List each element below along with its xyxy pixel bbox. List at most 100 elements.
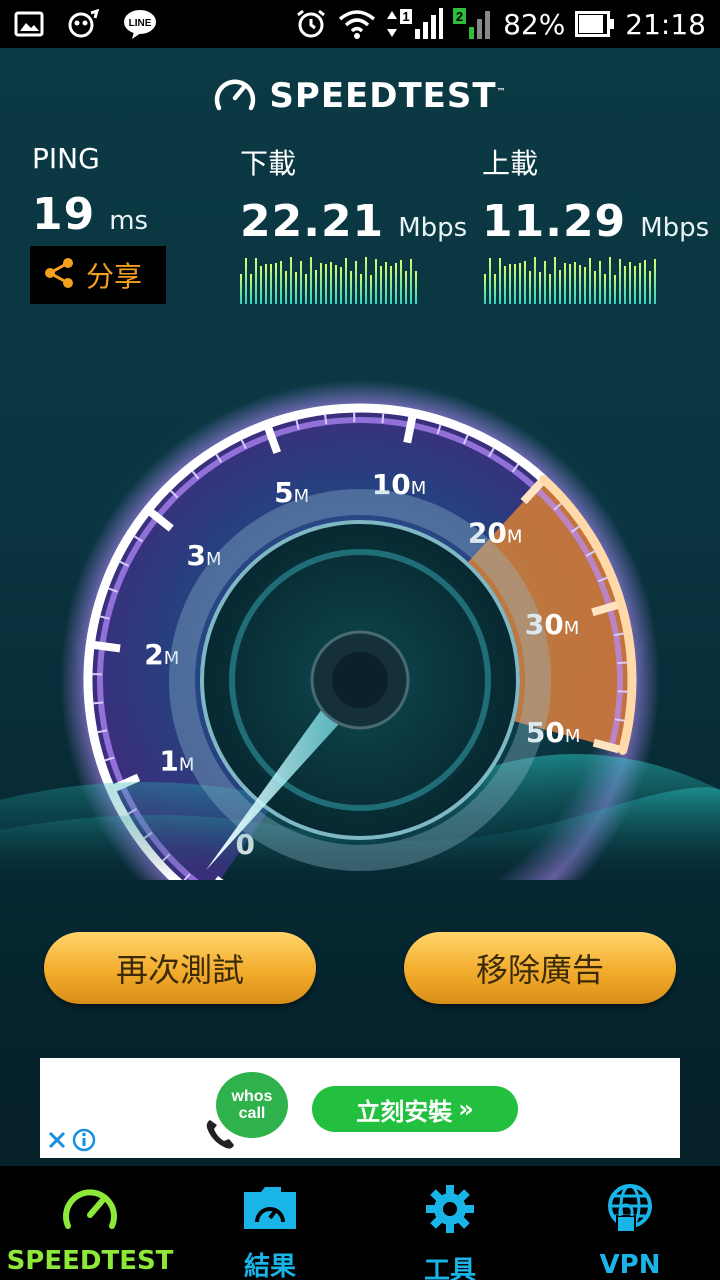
results-folder-icon	[241, 1182, 299, 1236]
needle-pivot-center	[332, 652, 388, 708]
download-unit: Mbps	[398, 213, 468, 243]
app-icon	[66, 9, 100, 39]
sparkline-bar	[285, 271, 287, 304]
sparkline-bar	[519, 263, 521, 304]
sparkline-bar	[310, 257, 312, 304]
download-metric: 下載 22.21 Mbps	[240, 142, 467, 247]
ad-close-icon[interactable]	[46, 1129, 68, 1155]
alarm-icon	[295, 8, 327, 40]
sparkline-bar	[619, 259, 621, 304]
sparkline-bar	[415, 271, 417, 304]
ping-label: PING	[32, 142, 100, 175]
download-label: 下載	[240, 147, 297, 180]
ad-banner[interactable]: whos call 立刻安裝»	[40, 1058, 680, 1158]
sparkline-bar	[340, 267, 342, 304]
ping-value: 19	[32, 189, 96, 240]
app-header: SPEEDTEST™	[0, 74, 720, 118]
sparkline-bar	[390, 266, 392, 304]
sparkline-bar	[295, 272, 297, 304]
bottom-navigation: SPEEDTEST 結果 工具 VPN	[0, 1166, 720, 1280]
nav-item-results[interactable]: 結果	[180, 1166, 360, 1280]
nav-label-vpn: VPN	[599, 1250, 661, 1280]
sparkline-bar	[539, 272, 541, 304]
image-icon	[14, 10, 44, 38]
share-icon	[42, 256, 76, 294]
sparkline-bar	[569, 264, 571, 304]
ping-metric: PING 19 ms	[32, 142, 148, 240]
line-icon: LINE	[122, 8, 158, 40]
sparkline-bar	[574, 262, 576, 304]
sparkline-bar	[504, 266, 506, 304]
sparkline-bar	[290, 257, 292, 304]
sparkline-bar	[579, 265, 581, 304]
sparkline-bar	[350, 271, 352, 304]
sparkline-bar	[305, 274, 307, 304]
sparkline-bar	[639, 263, 641, 304]
sparkline-bar	[345, 258, 347, 304]
sparkline-bar	[644, 260, 646, 304]
sparkline-bar	[554, 257, 556, 304]
gauge-minor-tick	[324, 414, 328, 425]
sparkline-bar	[245, 258, 247, 304]
svg-text:LINE: LINE	[129, 18, 152, 29]
sparkline-bar	[250, 274, 252, 304]
sparkline-bar	[300, 261, 302, 304]
sparkline-bar	[524, 261, 526, 304]
sparkline-bar	[255, 258, 257, 304]
battery-icon	[575, 11, 615, 37]
test-again-button[interactable]: 再次測試	[44, 932, 316, 1004]
sparkline-bar	[584, 267, 586, 304]
gauge-minor-tick	[617, 661, 628, 665]
status-bar: LINE 1 2 82% 21:18	[0, 0, 720, 48]
gauge-minor-tick	[92, 701, 104, 705]
sparkline-bar	[599, 261, 601, 304]
speedometer-icon	[61, 1182, 119, 1236]
nav-label-tools: 工具	[423, 1256, 476, 1280]
sparkline-bar	[624, 266, 626, 304]
share-button[interactable]: 分享	[30, 246, 166, 304]
ping-unit: ms	[109, 206, 149, 236]
upload-label: 上載	[482, 147, 539, 180]
ad-info-icon[interactable]	[72, 1128, 96, 1156]
clock: 21:18	[625, 7, 706, 41]
upload-unit: Mbps	[640, 213, 710, 243]
sparkline-bar	[614, 275, 616, 304]
remove-ads-button[interactable]: 移除廣告	[404, 932, 676, 1004]
nav-item-speedtest[interactable]: SPEEDTEST	[0, 1166, 180, 1280]
svg-text:2: 2	[456, 9, 463, 24]
sparkline-bar	[315, 270, 317, 304]
sparkline-bar	[634, 266, 636, 304]
sparkline-bar	[589, 258, 591, 304]
ad-controls	[46, 1128, 96, 1156]
svg-text:1: 1	[402, 9, 409, 24]
sparkline-bar	[514, 264, 516, 304]
phone-icon	[204, 1116, 238, 1156]
sparkline-bar	[509, 264, 511, 304]
sparkline-bar	[270, 264, 272, 304]
sparkline-bar	[564, 263, 566, 304]
install-now-button[interactable]: 立刻安裝»	[312, 1086, 518, 1132]
sparkline-bar	[400, 260, 402, 304]
sparkline-bar	[275, 263, 277, 304]
speed-gauge: 01M2M3M5M10M20M30M50M	[0, 380, 720, 880]
sparkline-bar	[559, 270, 561, 304]
sparkline-bar	[654, 259, 656, 304]
sparkline-bar	[380, 266, 382, 304]
nav-item-tools[interactable]: 工具	[360, 1166, 540, 1280]
sparkline-bar	[534, 257, 536, 304]
sparkline-bar	[499, 258, 501, 304]
sparkline-bar	[370, 275, 372, 304]
sparkline-bar	[280, 261, 282, 304]
sparkline-bar	[594, 271, 596, 304]
sparkline-bar	[265, 264, 267, 304]
battery-percent: 82%	[503, 7, 566, 41]
sparkline-bar	[375, 259, 377, 304]
sparkline-bar	[494, 274, 496, 304]
upload-metric: 上載 11.29 Mbps	[482, 142, 709, 247]
nav-item-vpn[interactable]: VPN	[540, 1166, 720, 1280]
vpn-globe-lock-icon	[603, 1182, 657, 1240]
sparkline-bar	[489, 258, 491, 304]
sparkline-bar	[405, 271, 407, 304]
nav-label-speedtest: SPEEDTEST	[6, 1246, 174, 1276]
sparkline-bar	[549, 274, 551, 304]
